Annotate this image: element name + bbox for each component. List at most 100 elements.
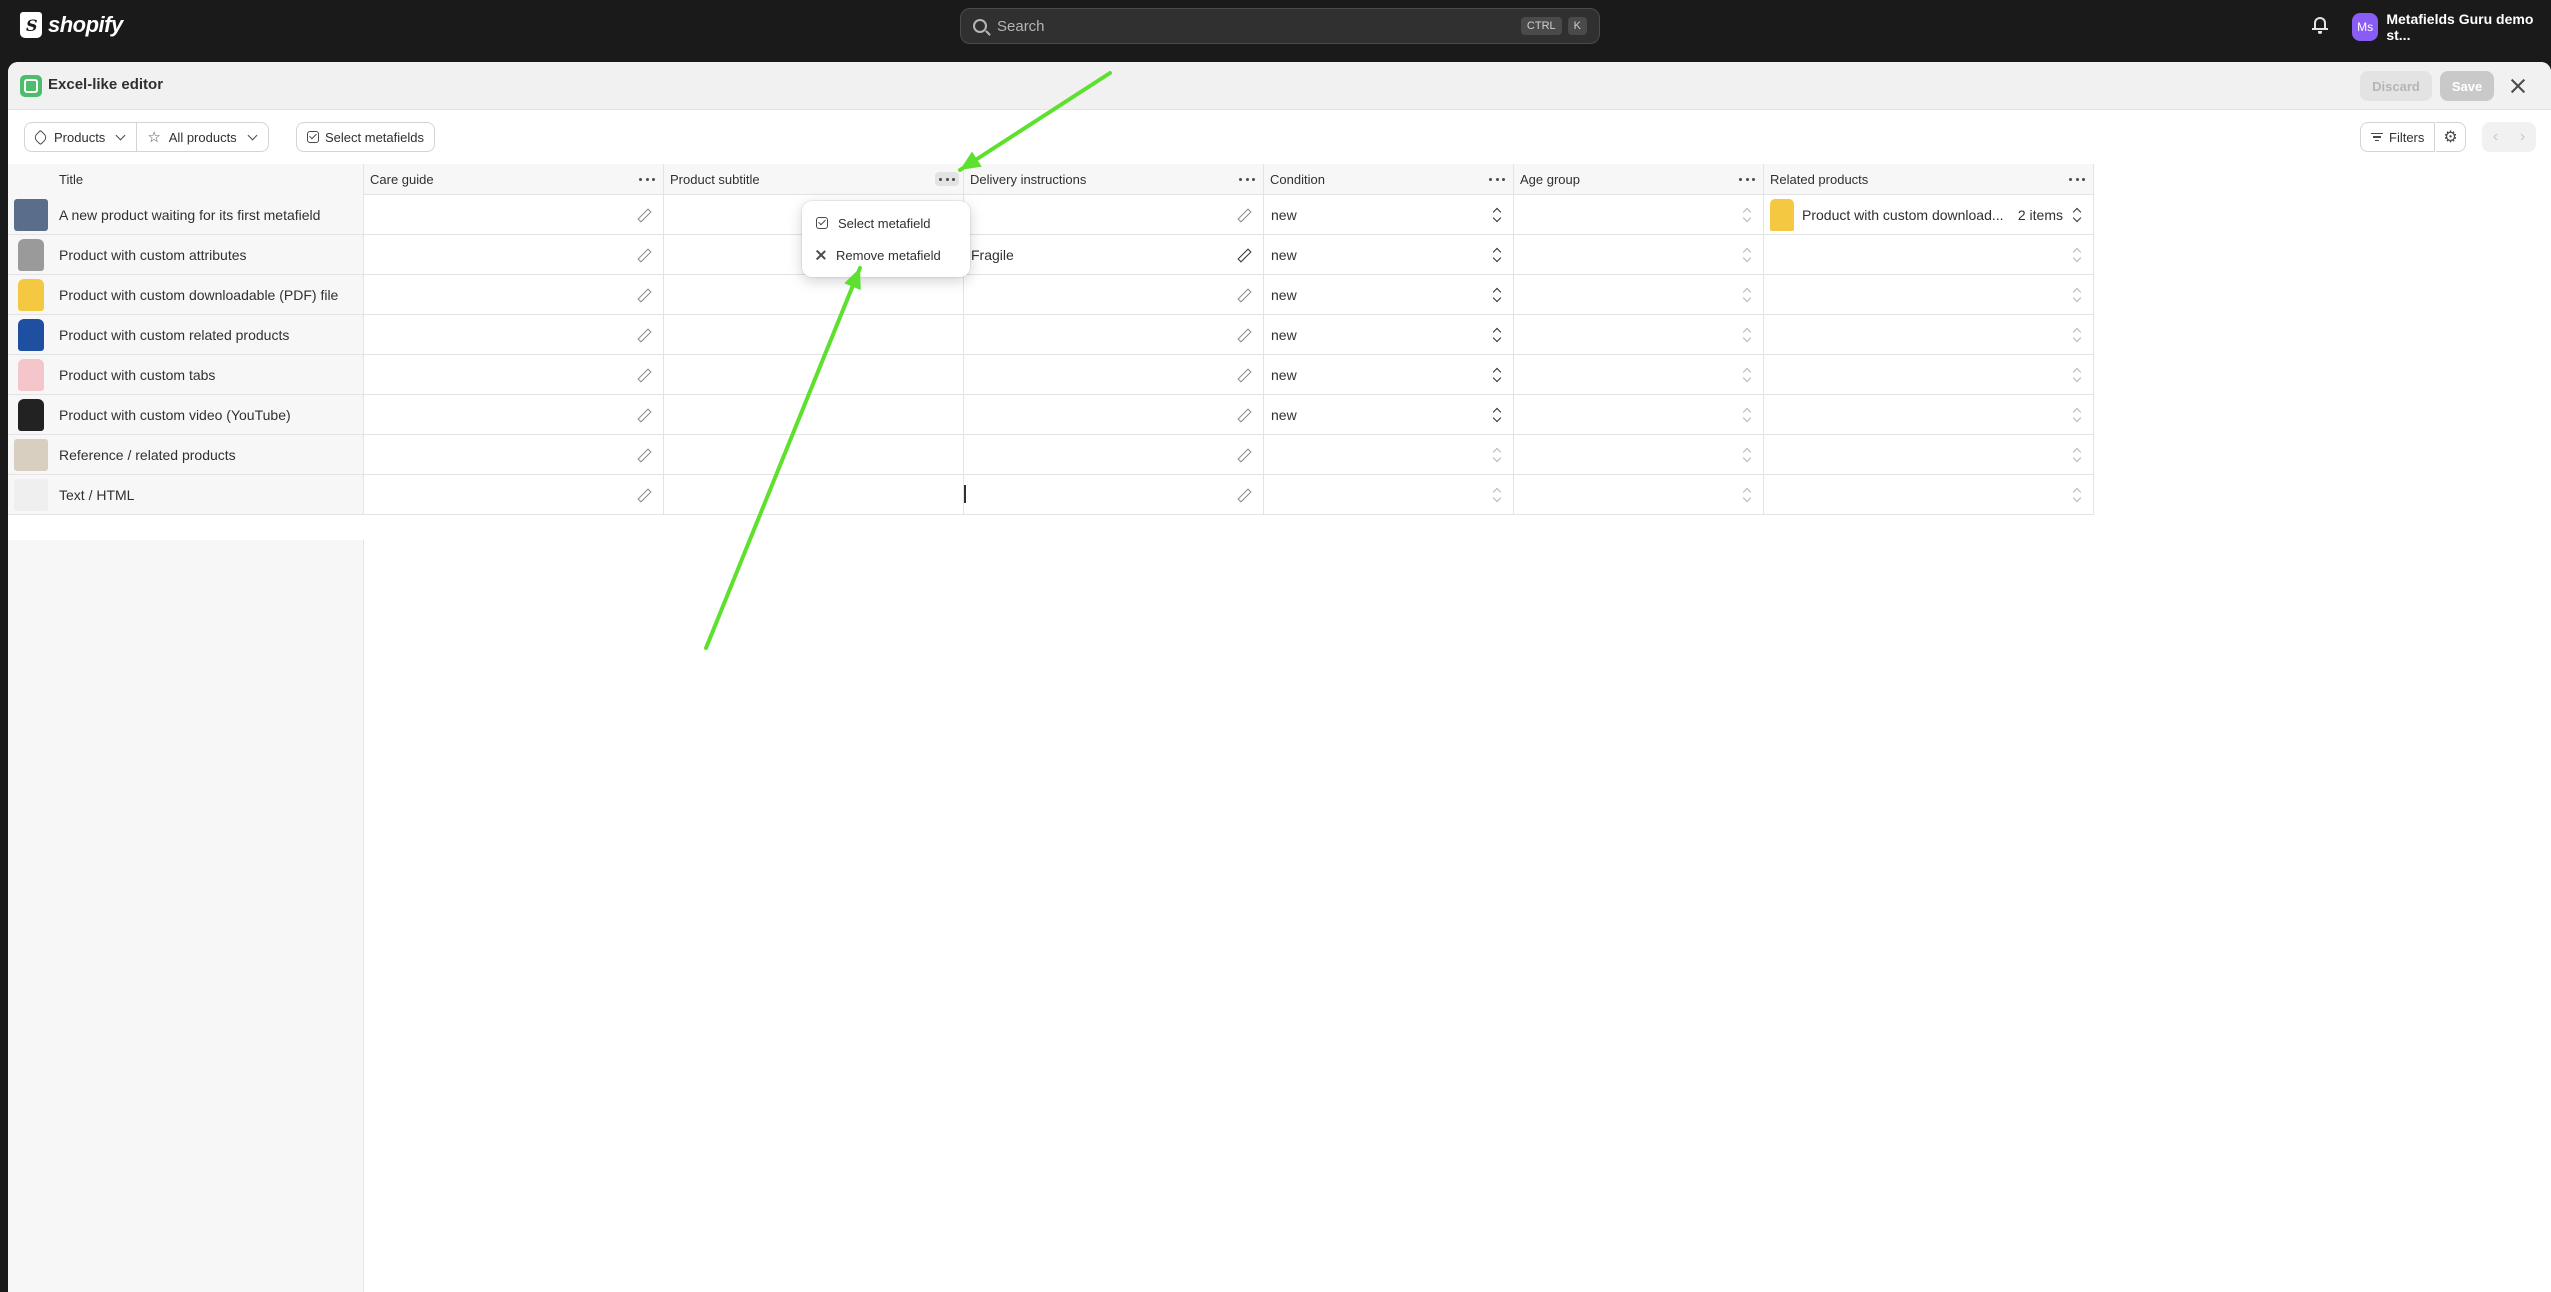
related-products-cell[interactable]: [1764, 355, 2094, 394]
product-subtitle-cell[interactable]: [664, 355, 964, 394]
edit-pencil-icon[interactable]: [637, 489, 649, 501]
product-subtitle-cell[interactable]: [664, 315, 964, 354]
edit-pencil-icon[interactable]: [637, 289, 649, 301]
edit-pencil-icon[interactable]: [637, 449, 649, 461]
column-menu-icon[interactable]: [639, 172, 655, 186]
title-cell[interactable]: Product with custom downloadable (PDF) f…: [8, 275, 364, 314]
delivery-instructions-cell[interactable]: [964, 275, 1264, 314]
column-header-delivery-instructions[interactable]: Delivery instructions: [964, 164, 1264, 195]
age-group-cell[interactable]: [1514, 395, 1764, 434]
care-guide-cell[interactable]: [364, 395, 664, 434]
edit-pencil-icon[interactable]: [1237, 289, 1249, 301]
edit-pencil-icon[interactable]: [1237, 249, 1249, 261]
column-menu-icon[interactable]: [1739, 172, 1755, 186]
age-group-cell[interactable]: [1514, 315, 1764, 354]
search-bar[interactable]: Search CTRL K: [960, 8, 1600, 44]
shopify-logo[interactable]: shopify: [20, 12, 123, 38]
condition-cell[interactable]: new: [1264, 235, 1514, 274]
delivery-instructions-cell[interactable]: [964, 355, 1264, 394]
select-metafield-menu-item[interactable]: Select metafield: [808, 207, 964, 239]
title-cell[interactable]: Product with custom tabs: [8, 355, 364, 394]
care-guide-cell[interactable]: [364, 275, 664, 314]
age-group-cell[interactable]: [1514, 355, 1764, 394]
previous-page-icon[interactable]: ‹: [2493, 128, 2498, 146]
related-products-cell[interactable]: [1764, 395, 2094, 434]
edit-pencil-icon[interactable]: [1237, 209, 1249, 221]
age-group-cell[interactable]: [1514, 235, 1764, 274]
care-guide-cell[interactable]: [364, 475, 664, 514]
condition-cell[interactable]: [1264, 435, 1514, 474]
delivery-instructions-cell[interactable]: [964, 475, 1264, 514]
edit-pencil-icon[interactable]: [637, 409, 649, 421]
product-subtitle-cell[interactable]: [664, 475, 964, 514]
edit-pencil-icon[interactable]: [1237, 329, 1249, 341]
edit-pencil-icon[interactable]: [637, 329, 649, 341]
age-group-cell[interactable]: [1514, 435, 1764, 474]
column-header-related-products[interactable]: Related products: [1764, 164, 2094, 195]
edit-pencil-icon[interactable]: [1237, 449, 1249, 461]
store-menu[interactable]: Ms Metafields Guru demo st...: [2352, 11, 2551, 43]
related-products-cell[interactable]: [1764, 235, 2094, 274]
condition-cell[interactable]: new: [1264, 195, 1514, 234]
title-cell[interactable]: Product with custom attributes: [8, 235, 364, 274]
care-guide-cell[interactable]: [364, 355, 664, 394]
column-menu-icon[interactable]: [1239, 172, 1255, 186]
select-arrows-icon: [1743, 207, 1751, 223]
related-products-cell[interactable]: [1764, 435, 2094, 474]
delivery-instructions-cell[interactable]: [964, 315, 1264, 354]
age-group-cell[interactable]: [1514, 195, 1764, 234]
filters-button[interactable]: Filters: [2360, 122, 2436, 152]
condition-cell[interactable]: new: [1264, 355, 1514, 394]
related-products-cell[interactable]: Product with custom download... 2 items: [1764, 195, 2094, 234]
care-guide-cell[interactable]: [364, 235, 664, 274]
related-products-cell[interactable]: [1764, 275, 2094, 314]
delivery-instructions-cell[interactable]: [964, 195, 1264, 234]
related-products-cell[interactable]: [1764, 475, 2094, 514]
care-guide-cell[interactable]: [364, 315, 664, 354]
condition-cell[interactable]: new: [1264, 315, 1514, 354]
title-cell[interactable]: A new product waiting for its first meta…: [8, 195, 364, 234]
discard-button[interactable]: Discard: [2360, 71, 2432, 101]
title-cell[interactable]: Product with custom video (YouTube): [8, 395, 364, 434]
select-metafields-button[interactable]: Select metafields: [296, 122, 435, 152]
care-guide-cell[interactable]: [364, 435, 664, 474]
product-subtitle-cell[interactable]: [664, 435, 964, 474]
resource-dropdown[interactable]: Products: [25, 123, 136, 151]
product-subtitle-cell[interactable]: [664, 395, 964, 434]
next-page-icon[interactable]: ›: [2520, 128, 2525, 146]
column-header-product-subtitle[interactable]: Product subtitle: [664, 164, 964, 195]
condition-cell[interactable]: new: [1264, 275, 1514, 314]
edit-pencil-icon[interactable]: [1237, 409, 1249, 421]
remove-metafield-menu-item[interactable]: Remove metafield: [808, 239, 964, 271]
column-header-condition[interactable]: Condition: [1264, 164, 1514, 195]
column-menu-icon[interactable]: [2069, 172, 2085, 186]
edit-pencil-icon[interactable]: [1237, 489, 1249, 501]
age-group-cell[interactable]: [1514, 475, 1764, 514]
delivery-instructions-cell[interactable]: [964, 395, 1264, 434]
edit-pencil-icon[interactable]: [1237, 369, 1249, 381]
column-menu-icon[interactable]: [935, 172, 959, 186]
edit-pencil-icon[interactable]: [637, 369, 649, 381]
related-products-cell[interactable]: [1764, 315, 2094, 354]
column-header-care-guide[interactable]: Care guide: [364, 164, 664, 195]
save-button[interactable]: Save: [2440, 71, 2494, 101]
column-menu-icon[interactable]: [1489, 172, 1505, 186]
view-dropdown[interactable]: ☆ All products: [136, 123, 267, 151]
condition-cell[interactable]: [1264, 475, 1514, 514]
notifications-bell-icon[interactable]: [2312, 16, 2328, 34]
column-header-age-group[interactable]: Age group: [1514, 164, 1764, 195]
column-header-title[interactable]: Title: [8, 164, 364, 195]
product-subtitle-cell[interactable]: [664, 275, 964, 314]
title-cell[interactable]: Product with custom related products: [8, 315, 364, 354]
title-cell[interactable]: Text / HTML: [8, 475, 364, 514]
care-guide-cell[interactable]: [364, 195, 664, 234]
condition-cell[interactable]: new: [1264, 395, 1514, 434]
edit-pencil-icon[interactable]: [637, 249, 649, 261]
age-group-cell[interactable]: [1514, 275, 1764, 314]
delivery-instructions-cell[interactable]: [964, 435, 1264, 474]
settings-gear-icon[interactable]: ⚙: [2436, 122, 2466, 152]
edit-pencil-icon[interactable]: [637, 209, 649, 221]
close-icon[interactable]: [2508, 76, 2528, 96]
delivery-instructions-cell[interactable]: Fragile: [964, 235, 1264, 274]
title-cell[interactable]: Reference / related products: [8, 435, 364, 474]
